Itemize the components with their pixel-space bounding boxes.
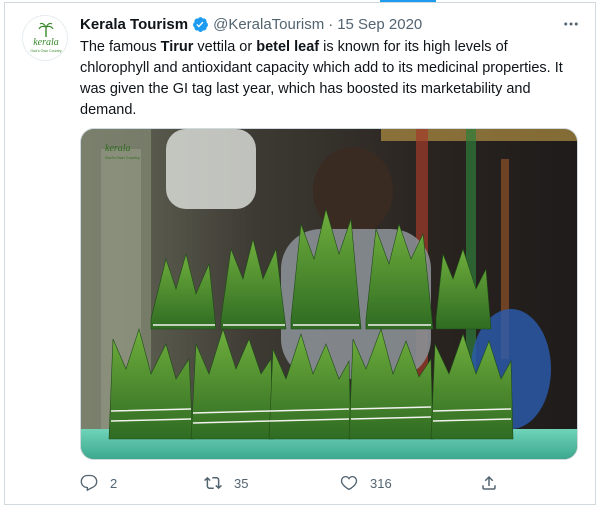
watermark-tagline: God's Own Country xyxy=(105,155,140,160)
tweet-date[interactable]: 15 Sep 2020 xyxy=(337,16,422,33)
logo-tagline: God's Own Country xyxy=(30,49,61,53)
reply-button[interactable]: 2 xyxy=(80,472,117,494)
more-icon xyxy=(564,22,578,26)
author-handle[interactable]: @KeralaTourism xyxy=(213,16,324,33)
tweet-text-segment: vettila or xyxy=(193,39,257,55)
retweet-icon xyxy=(204,476,222,490)
tweet-text-bold: Tirur xyxy=(160,39,194,55)
logo-wordmark: kerala xyxy=(33,37,59,48)
like-button[interactable]: 316 xyxy=(340,472,392,494)
retweet-count: 35 xyxy=(234,475,249,491)
verified-badge-icon xyxy=(193,16,209,32)
tweet-image[interactable]: kerala God's Own Country xyxy=(80,128,578,460)
retweet-button[interactable]: 35 xyxy=(204,472,248,494)
share-icon xyxy=(482,475,496,490)
author-name[interactable]: Kerala Tourism xyxy=(80,16,188,33)
betel-leaf-photo: kerala God's Own Country xyxy=(81,129,577,459)
reply-count: 2 xyxy=(110,475,118,491)
tweet-actions: 2 35 316 xyxy=(80,472,500,494)
tweet-text: The famous Tirur vettila or betel leaf i… xyxy=(80,37,580,121)
tweet-text-bold: betel leaf xyxy=(256,39,320,55)
reply-icon xyxy=(80,474,98,492)
more-button[interactable] xyxy=(560,14,582,34)
tweet-header: Kerala Tourism @KeralaTourism · 15 Sep 2… xyxy=(80,13,580,35)
like-icon xyxy=(340,475,358,491)
tweet-text-segment: The famous xyxy=(80,39,161,55)
kerala-tourism-logo: kerala God's Own Country xyxy=(23,16,67,60)
share-button[interactable] xyxy=(480,472,498,494)
avatar[interactable]: kerala God's Own Country xyxy=(22,15,68,61)
separator-dot: · xyxy=(328,15,334,33)
like-count: 316 xyxy=(370,475,392,491)
watermark-text: kerala xyxy=(105,143,131,154)
